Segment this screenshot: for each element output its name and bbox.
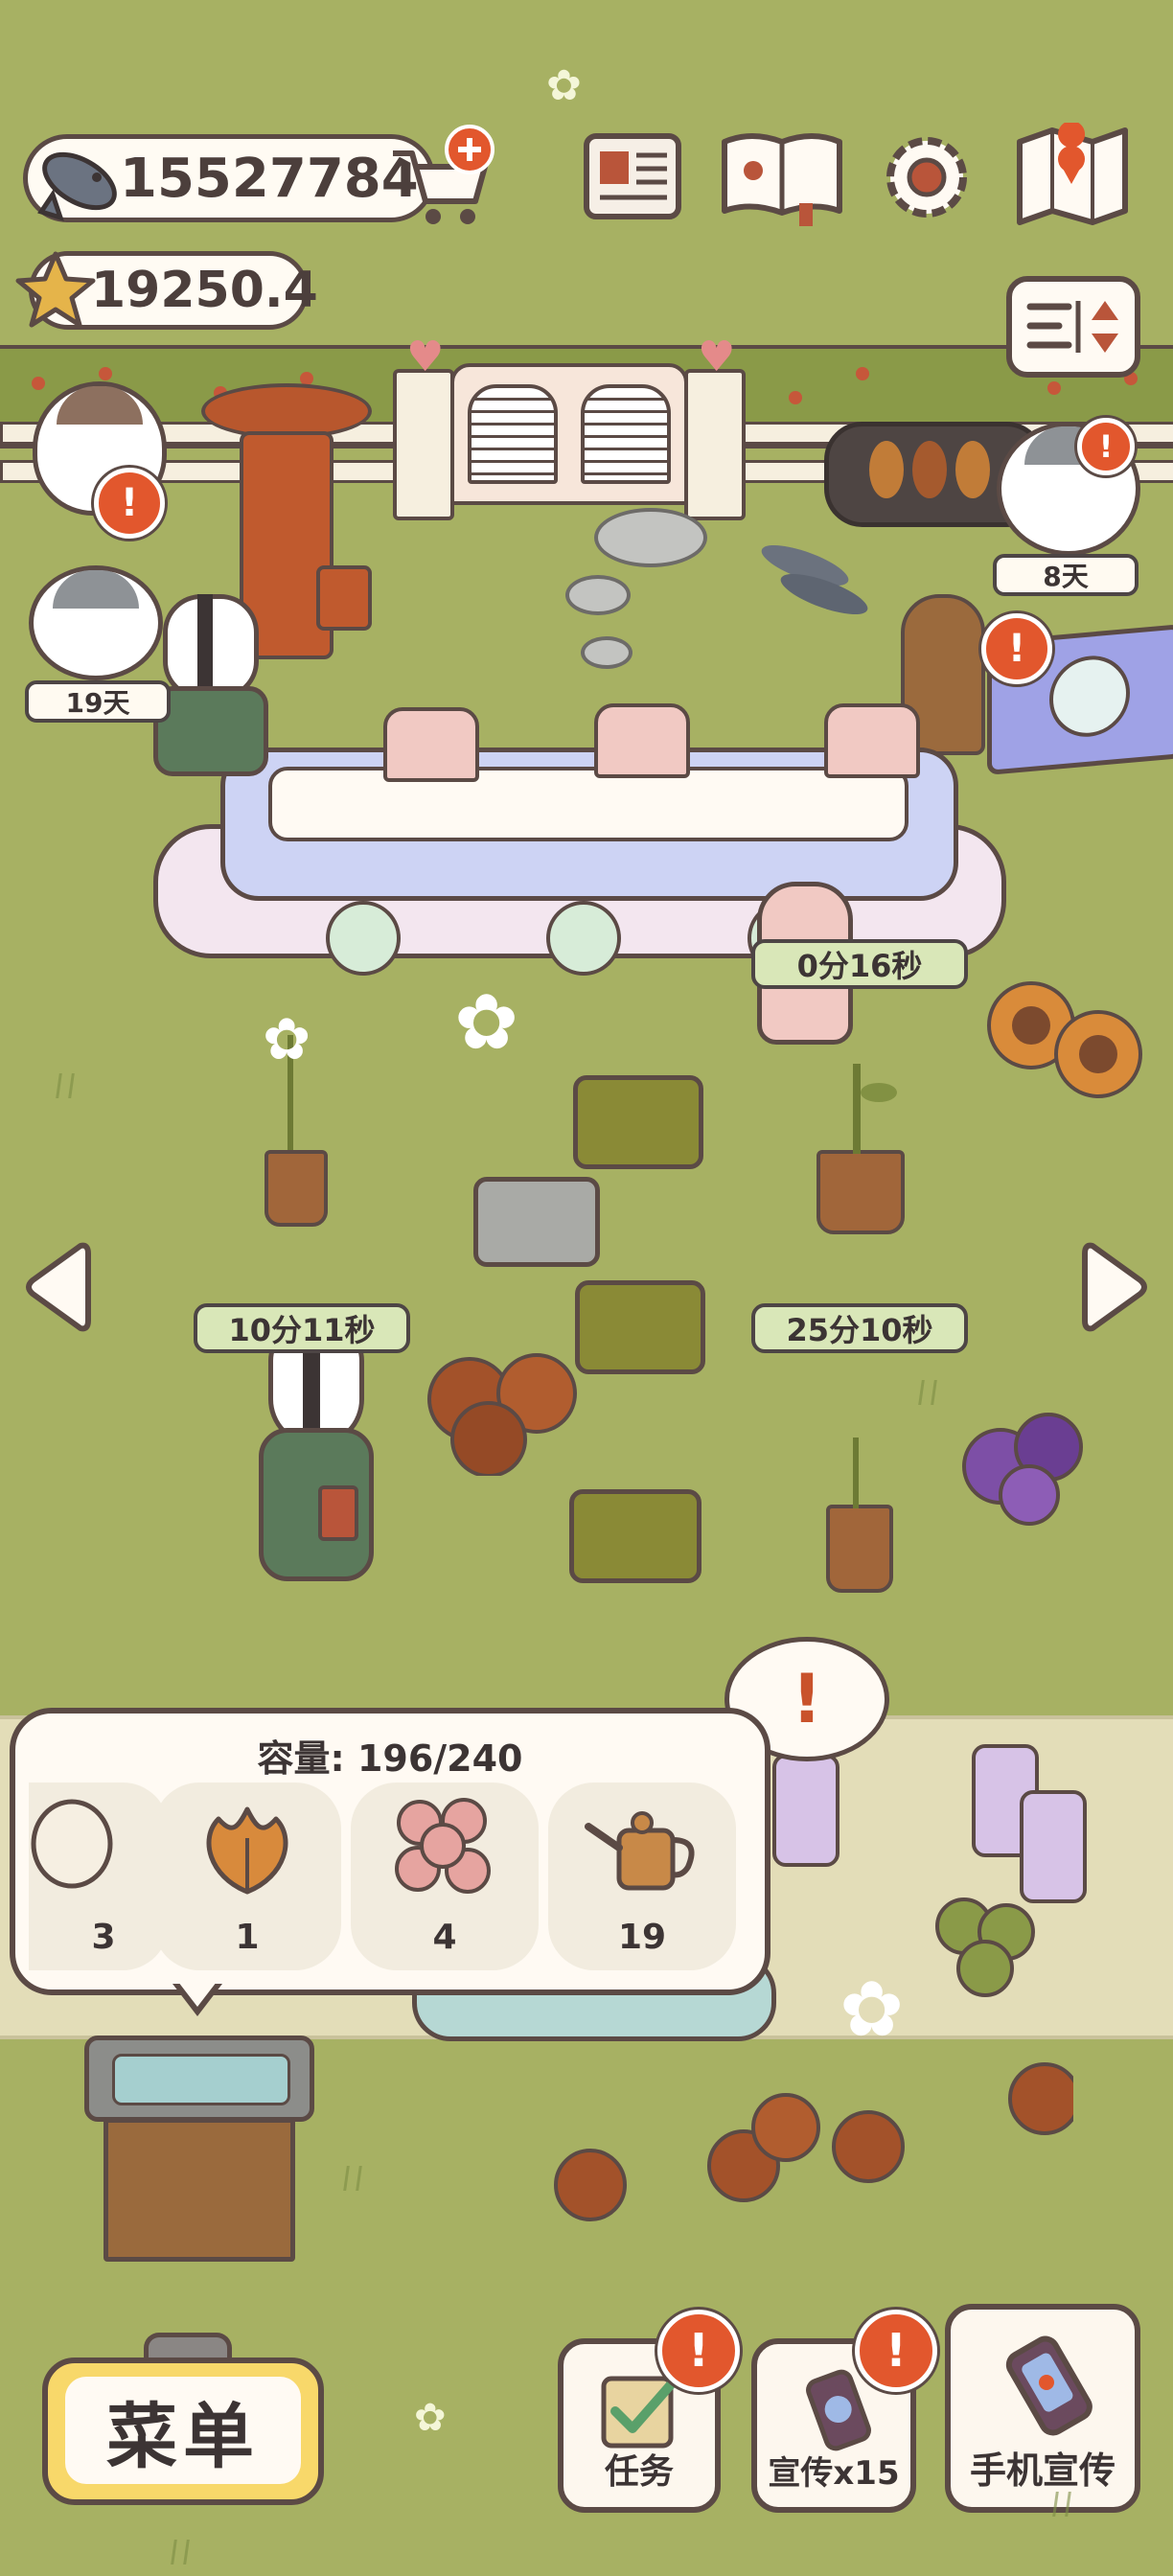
storage-slot-window: 3 1 4 19: [29, 1782, 757, 1974]
plant-timer: 25分10秒: [751, 1303, 968, 1353]
cat-days-tag: 8天: [993, 554, 1138, 596]
potted-plant[interactable]: [813, 1064, 908, 1236]
slot-count: 3: [91, 1918, 116, 1957]
badger-gardener[interactable]: [240, 1322, 383, 1591]
next-area-button[interactable]: [1079, 1236, 1152, 1338]
storage-slot[interactable]: 19: [548, 1782, 736, 1970]
newspaper-icon: [584, 133, 681, 219]
table-timer-label: 0分16秒: [796, 948, 923, 984]
storage-capacity: 容量: 196/240: [257, 1737, 523, 1780]
settings-gear-icon: [886, 137, 967, 218]
stepping-stone: [565, 575, 631, 615]
menu-button[interactable]: 菜单: [42, 2333, 324, 2505]
storage-popup-tail-fill: [178, 1982, 217, 2007]
table-timer: 0分16秒: [751, 939, 968, 989]
fish-icon: [37, 151, 117, 221]
album-button[interactable]: [717, 125, 847, 230]
cat-alert-icon[interactable]: !: [1077, 418, 1135, 475]
map-icon: [1017, 123, 1128, 225]
cat-days-label: 8天: [1043, 561, 1089, 592]
prev-area-button[interactable]: [21, 1236, 94, 1338]
storage-slot[interactable]: 3: [29, 1782, 169, 1970]
egg-icon: [31, 1799, 113, 1889]
shopping-cart-icon: [393, 125, 494, 224]
brown-seed-pile: [427, 1353, 577, 1476]
plant-timer-label: 25分10秒: [786, 1312, 933, 1348]
slot-count: 1: [235, 1918, 260, 1957]
cake: [383, 707, 479, 782]
sort-list-icon: [1026, 301, 1118, 353]
sunflowers: [987, 981, 1142, 1098]
cat-days-tag: 19天: [25, 680, 171, 723]
clover: [935, 1898, 1035, 1997]
orange-leaf-icon: [206, 1806, 288, 1895]
plant-timer-label: 10分11秒: [228, 1312, 376, 1348]
arrow-right-icon: [1082, 1242, 1147, 1332]
slot-count: 19: [617, 1918, 667, 1957]
fish-count: 15527784: [120, 147, 419, 210]
slot-count: 4: [432, 1918, 457, 1957]
garden-plot[interactable]: [573, 1075, 703, 1169]
phone-promote-button-label: 手机宣传: [969, 2450, 1116, 2492]
fish-currency[interactable]: 15527784: [23, 134, 435, 222]
menu-button-label: 菜单: [106, 2395, 260, 2478]
star-icon: [15, 251, 96, 328]
potted-plant[interactable]: [826, 1438, 893, 1593]
tasks-alert-icon: !: [657, 2310, 740, 2392]
stepping-stone: [581, 636, 632, 669]
storage-box[interactable]: [84, 2036, 314, 2262]
photo-album-icon: [722, 133, 842, 226]
potted-plant[interactable]: ✿: [259, 1006, 328, 1227]
gate[interactable]: ♥ ♥: [393, 333, 746, 520]
poster-alert-icon[interactable]: !: [981, 613, 1052, 684]
newspaper-button[interactable]: [579, 126, 686, 226]
promote-button-label: 宣传x15: [768, 2454, 900, 2493]
cat-days-label: 19天: [65, 687, 130, 719]
shop-cart-button[interactable]: [383, 125, 494, 230]
storage-slot[interactable]: 4: [351, 1782, 539, 1970]
star-currency[interactable]: 19250.4: [15, 251, 318, 330]
pink-flower-bundle-icon: [395, 1798, 491, 1894]
smartphone-icon: [1005, 2335, 1092, 2436]
potion-bottle[interactable]: [772, 1754, 840, 1867]
grilled-fish: [869, 441, 990, 498]
star-count: 19250.4: [91, 262, 318, 319]
cake: [594, 703, 690, 778]
garden-plot[interactable]: [569, 1489, 702, 1583]
phone-promote-button[interactable]: 手机宣传: [945, 2304, 1140, 2513]
white-flower: ✿: [546, 61, 582, 110]
sort-button[interactable]: [1006, 276, 1140, 378]
cat-alert-icon[interactable]: !: [94, 468, 165, 539]
white-flower: ✿: [840, 1965, 905, 2054]
potion-bottle[interactable]: [1020, 1790, 1087, 1903]
storage-slot[interactable]: 1: [153, 1782, 341, 1970]
promote-alert-icon: !: [855, 2310, 937, 2392]
cat-eating[interactable]: [29, 565, 163, 680]
stepping-stone: [594, 508, 707, 567]
settings-button[interactable]: [874, 125, 979, 230]
fish-decoration: [761, 544, 868, 615]
white-flower: ✿: [454, 978, 519, 1067]
stone-tile: [473, 1177, 600, 1267]
purple-flowers: [962, 1413, 1083, 1526]
checklist-icon: [601, 2376, 678, 2449]
plant-timer: 10分11秒: [194, 1303, 410, 1353]
badger-customer[interactable]: [153, 594, 268, 776]
fallen-seeds[interactable]: [537, 2051, 1073, 2242]
watering-can-icon: [585, 1811, 695, 1891]
arrow-left-icon: [26, 1242, 91, 1332]
cake: [824, 703, 920, 778]
white-flower: ✿: [414, 2396, 447, 2440]
tasks-button-label: 任务: [604, 2452, 674, 2492]
map-button[interactable]: [1010, 123, 1135, 230]
